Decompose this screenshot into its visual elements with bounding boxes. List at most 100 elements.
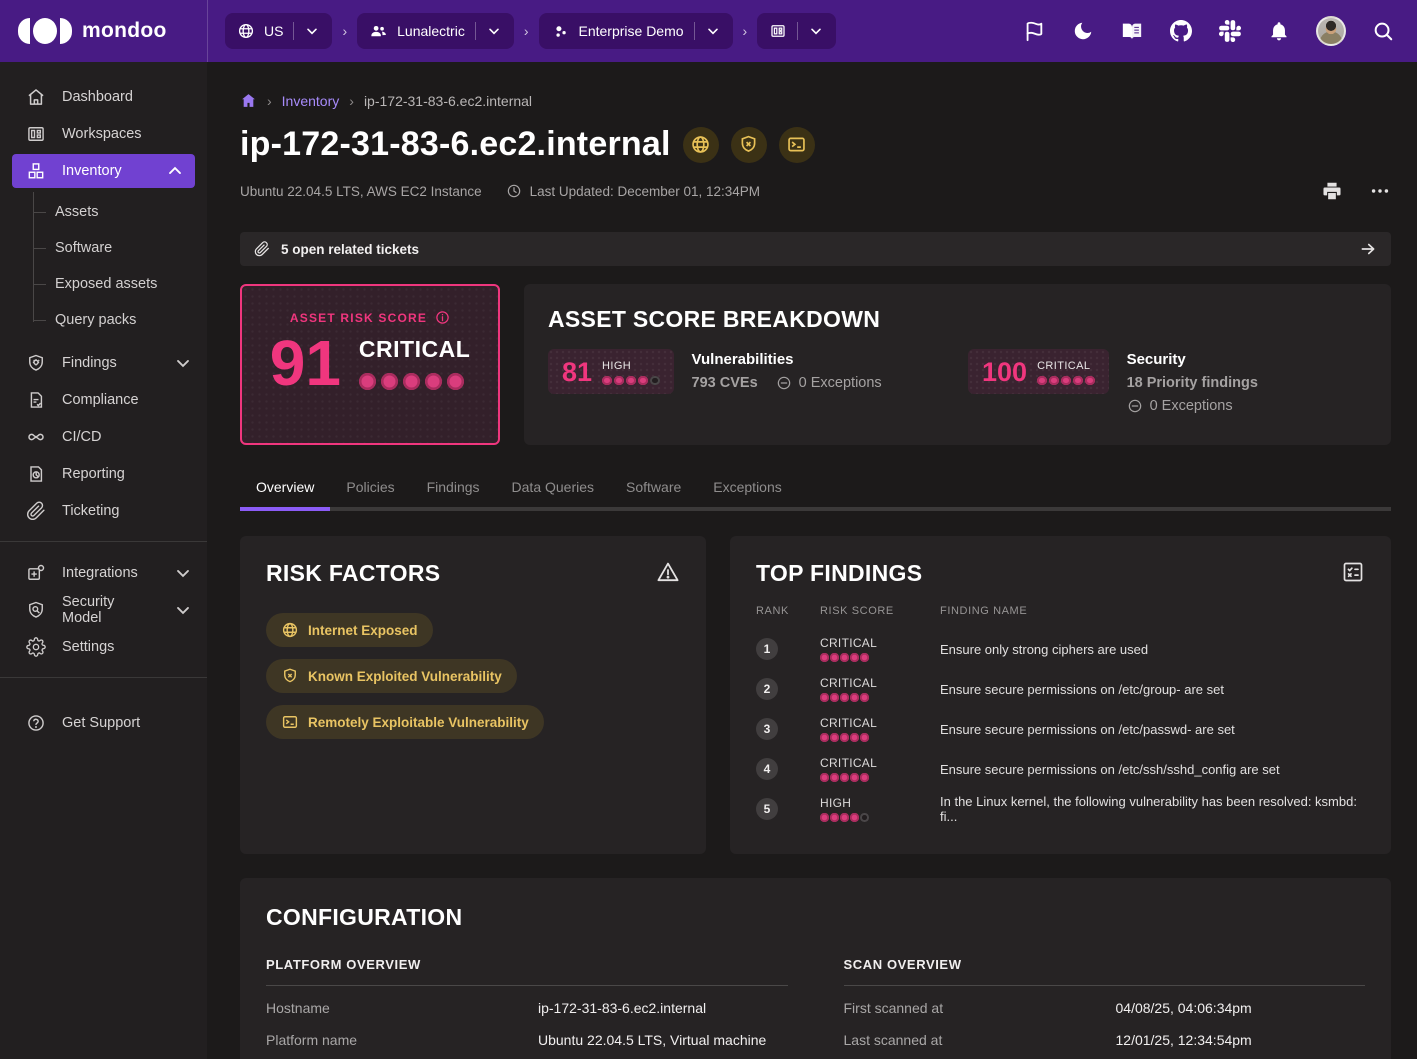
- avatar[interactable]: [1316, 16, 1346, 46]
- chip-internet-exposed[interactable]: Internet Exposed: [266, 613, 433, 647]
- sidebar-item-software[interactable]: Software: [0, 230, 207, 266]
- bell-icon[interactable]: [1267, 19, 1291, 43]
- mondoo-logo[interactable]: mondoo: [0, 18, 207, 44]
- chevron-down-icon[interactable]: [486, 23, 502, 39]
- sidebar-item-settings[interactable]: Settings: [0, 628, 207, 665]
- shield-x-icon: [281, 667, 299, 685]
- more-options-button[interactable]: [1369, 180, 1391, 202]
- sidebar-item-reporting[interactable]: Reporting: [0, 455, 207, 492]
- chevron-down-icon: [173, 563, 193, 583]
- region-label: US: [264, 23, 283, 39]
- workspace-selector[interactable]: [757, 13, 836, 49]
- moon-icon[interactable]: [1071, 19, 1095, 43]
- asset-score-breakdown-card: ASSET SCORE BREAKDOWN 81 HIGH: [524, 284, 1391, 445]
- related-tickets-banner[interactable]: 5 open related tickets: [240, 232, 1391, 266]
- tab-overview[interactable]: Overview: [240, 467, 330, 507]
- last-updated: Last Updated: December 01, 12:34PM: [506, 183, 760, 199]
- table-row[interactable]: 2 CRITICAL Ensure secure permissions on …: [756, 669, 1365, 709]
- risk-dots: [820, 653, 940, 662]
- sidebar-item-get-support[interactable]: Get Support: [0, 704, 207, 741]
- table-row[interactable]: 4 CRITICAL Ensure secure permissions on …: [756, 749, 1365, 789]
- top-findings-title: TOP FINDINGS: [756, 560, 922, 587]
- warning-triangle-icon: [656, 560, 680, 584]
- table-row[interactable]: 1 CRITICAL Ensure only strong ciphers ar…: [756, 629, 1365, 669]
- sidebar-item-cicd[interactable]: CI/CD: [0, 418, 207, 455]
- chevron-down-icon[interactable]: [705, 23, 721, 39]
- tab-findings[interactable]: Findings: [411, 467, 496, 507]
- flag-icon[interactable]: [1022, 19, 1046, 43]
- chevron-down-icon[interactable]: [304, 23, 320, 39]
- chip-remotely-exploitable-vulnerability[interactable]: Remotely Exploitable Vulnerability: [266, 705, 544, 739]
- tab-exceptions[interactable]: Exceptions: [697, 467, 797, 507]
- chevron-down-icon[interactable]: [808, 23, 824, 39]
- sidebar-item-integrations[interactable]: Integrations: [0, 554, 207, 591]
- tab-data-queries[interactable]: Data Queries: [496, 467, 610, 507]
- cluster-icon: [551, 22, 570, 41]
- sidebar-divider: [0, 541, 207, 542]
- risk-score-dots: [359, 373, 470, 390]
- slack-icon[interactable]: [1218, 19, 1242, 43]
- sidebar-item-query-packs[interactable]: Query packs: [0, 302, 207, 338]
- globe-icon: [281, 621, 299, 639]
- tab-policies[interactable]: Policies: [330, 467, 410, 507]
- col-rank: RANK: [756, 605, 820, 617]
- sidebar-item-assets[interactable]: Assets: [0, 194, 207, 230]
- breadcrumb-link-inventory[interactable]: Inventory: [282, 93, 340, 109]
- arrow-right-icon[interactable]: [1359, 240, 1377, 258]
- checklist-icon[interactable]: [1341, 560, 1365, 584]
- chevron-separator: ›: [340, 23, 349, 39]
- cve-count: 793 CVEs: [692, 375, 758, 391]
- risk-severity: CRITICAL: [359, 336, 470, 363]
- platform-overview-heading: PLATFORM OVERVIEW: [266, 957, 788, 972]
- ellipsis-icon: [1369, 180, 1391, 202]
- scan-overview-heading: SCAN OVERVIEW: [844, 957, 1366, 972]
- help-icon: [26, 713, 46, 733]
- table-row[interactable]: 5 HIGH In the Linux kernel, the followin…: [756, 789, 1365, 829]
- known-exploited-badge[interactable]: [731, 127, 767, 163]
- mondoo-logo-icon: [18, 18, 72, 44]
- org-label: Lunalectric: [397, 23, 465, 39]
- home-icon[interactable]: [240, 92, 257, 109]
- internet-exposed-badge[interactable]: [683, 127, 719, 163]
- sidebar-item-security-model[interactable]: Security Model: [0, 591, 207, 628]
- breadcrumb-separator: ›: [267, 93, 272, 109]
- table-row[interactable]: 3 CRITICAL Ensure secure permissions on …: [756, 709, 1365, 749]
- sidebar-item-findings[interactable]: Findings: [0, 344, 207, 381]
- risk-score-label: ASSET RISK SCORE: [290, 311, 427, 325]
- sidebar-item-compliance[interactable]: Compliance: [0, 381, 207, 418]
- search-icon[interactable]: [1371, 19, 1395, 43]
- space-selector[interactable]: Enterprise Demo: [539, 13, 733, 49]
- compliance-icon: [26, 390, 46, 410]
- finding-name: Ensure secure permissions on /etc/group-…: [940, 682, 1365, 697]
- home-icon: [26, 87, 46, 107]
- docs-icon[interactable]: [1120, 19, 1144, 43]
- info-icon[interactable]: [435, 310, 450, 325]
- region-selector[interactable]: US: [225, 13, 332, 49]
- print-button[interactable]: [1321, 180, 1343, 202]
- remotely-exploitable-badge[interactable]: [779, 127, 815, 163]
- sidebar-item-dashboard[interactable]: Dashboard: [0, 78, 207, 115]
- github-icon[interactable]: [1169, 19, 1193, 43]
- sidebar-item-workspaces[interactable]: Workspaces: [0, 115, 207, 152]
- sidebar-item-inventory[interactable]: Inventory: [12, 154, 195, 188]
- sidebar-item-ticketing[interactable]: Ticketing: [0, 492, 207, 529]
- infinity-icon: [26, 427, 46, 447]
- asset-subheader: Ubuntu 22.04.5 LTS, AWS EC2 Instance Las…: [240, 180, 1391, 202]
- vulnerabilities-score-badge[interactable]: 81 HIGH: [548, 349, 674, 394]
- security-score-badge[interactable]: 100 CRITICAL: [968, 349, 1109, 394]
- platform-overview-section: PLATFORM OVERVIEW Hostname ip-172-31-83-…: [266, 957, 788, 1056]
- minus-circle-icon: [1127, 398, 1143, 414]
- tab-software[interactable]: Software: [610, 467, 697, 507]
- space-label: Enterprise Demo: [579, 23, 684, 39]
- asset-tabs: Overview Policies Findings Data Queries …: [240, 467, 1391, 511]
- reporting-icon: [26, 464, 46, 484]
- org-selector[interactable]: Lunalectric: [357, 13, 514, 49]
- sidebar-item-exposed-assets[interactable]: Exposed assets: [0, 266, 207, 302]
- vulnerabilities-dots: [602, 376, 660, 386]
- brand-name: mondoo: [82, 19, 167, 43]
- risk-score-value: 91: [270, 331, 341, 395]
- globe-icon: [690, 134, 711, 155]
- topbar-divider: [207, 0, 208, 62]
- chip-known-exploited-vulnerability[interactable]: Known Exploited Vulnerability: [266, 659, 517, 693]
- risk-factor-chips: Internet Exposed Known Exploited Vulnera…: [266, 613, 596, 739]
